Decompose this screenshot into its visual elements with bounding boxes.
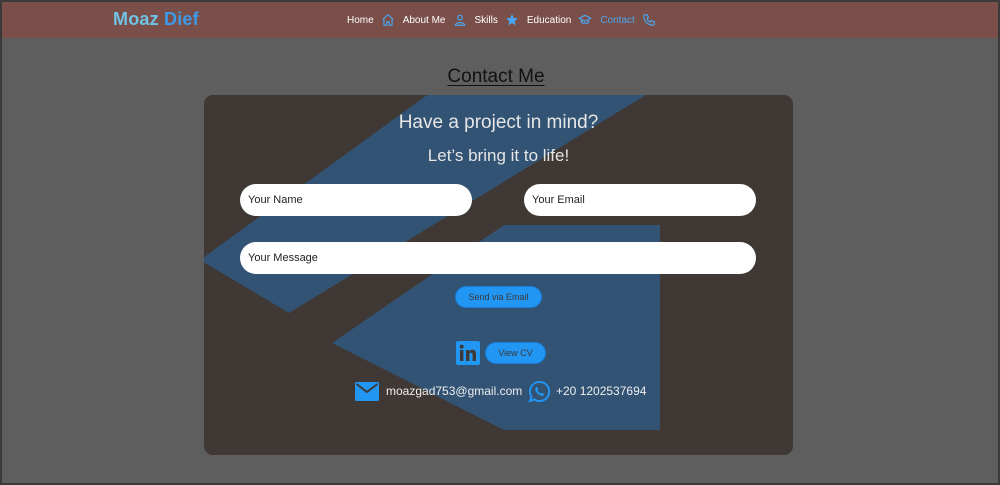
brand-last: Dief [164, 9, 199, 29]
whatsapp-icon[interactable] [528, 380, 551, 403]
mail-icon[interactable] [355, 382, 379, 401]
nav-item-label: Contact [600, 14, 635, 26]
send-email-button[interactable]: Send via Email [455, 286, 542, 308]
card-heading: Have a project in mind? [398, 112, 599, 133]
contact-card: Have a project in mind? Let’s bring it t… [204, 95, 793, 455]
brand-first: Moaz [113, 9, 159, 29]
view-cv-button[interactable]: View CV [485, 342, 546, 364]
nav-menu: Home About Me Skills Education Contact [347, 10, 664, 30]
nav-item-about[interactable]: About Me [403, 13, 467, 27]
nav-item-skills[interactable]: Skills [475, 13, 519, 27]
graduation-cap-icon [578, 14, 592, 24]
nav-item-education[interactable]: Education [527, 13, 592, 27]
nav-item-label: Home [347, 14, 374, 26]
email-input[interactable] [524, 184, 756, 216]
linkedin-icon[interactable] [456, 341, 480, 365]
name-input[interactable] [240, 184, 472, 216]
nav-item-label: Education [526, 14, 572, 26]
contact-info: moazgad753@gmail.com +20 1202537694 [204, 380, 793, 403]
contact-phone[interactable]: +20 1202537694 [556, 384, 646, 398]
card-subheading: Let’s bring it to life! [427, 146, 570, 165]
nav-item-label: Skills [474, 14, 498, 26]
home-icon [382, 14, 394, 26]
contact-email[interactable]: moazgad753@gmail.com [386, 384, 522, 398]
user-icon [454, 14, 465, 26]
phone-icon [642, 14, 655, 26]
nav-item-contact[interactable]: Contact [600, 13, 655, 27]
message-input[interactable] [240, 242, 756, 274]
brand-logo[interactable]: Moaz Dief [113, 9, 199, 30]
section-title: Contact Me [447, 66, 545, 87]
nav-item-label: About Me [402, 14, 446, 26]
nav-item-home[interactable]: Home [347, 13, 395, 27]
navbar: Moaz Dief Home About Me Skills Education… [0, 0, 1000, 38]
star-icon [506, 14, 518, 26]
